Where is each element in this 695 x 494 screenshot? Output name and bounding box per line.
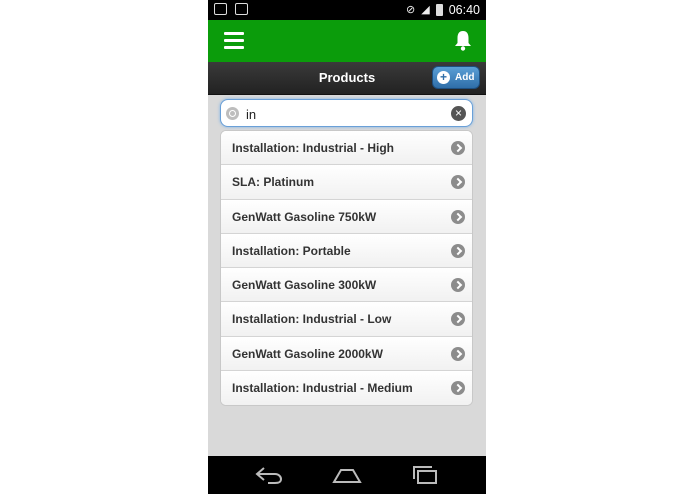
list-item[interactable]: Installation: Industrial - Medium bbox=[221, 371, 472, 406]
list-item[interactable]: Installation: Industrial - High bbox=[221, 131, 472, 166]
chat-icon bbox=[214, 3, 227, 15]
chevron-right-icon bbox=[451, 243, 465, 258]
phone-screen: ⊘ ◢ 06:40 Products + Add × Installation:… bbox=[208, 0, 486, 494]
mute-icon: ⊘ bbox=[406, 4, 416, 16]
list-item-label: GenWatt Gasoline 2000kW bbox=[232, 346, 383, 361]
chevron-right-icon bbox=[451, 381, 465, 396]
add-button[interactable]: + Add bbox=[432, 66, 480, 89]
product-list: Installation: Industrial - High SLA: Pla… bbox=[220, 130, 473, 407]
list-item-label: Installation: Industrial - Medium bbox=[232, 381, 413, 396]
chevron-right-icon bbox=[451, 209, 465, 224]
list-item[interactable]: GenWatt Gasoline 300kW bbox=[221, 268, 472, 303]
list-item[interactable]: GenWatt Gasoline 750kW bbox=[221, 199, 472, 234]
bell-icon[interactable] bbox=[454, 30, 472, 52]
list-item-label: Installation: Industrial - Low bbox=[232, 312, 392, 327]
recent-apps-icon[interactable] bbox=[410, 464, 440, 486]
clear-search-icon[interactable]: × bbox=[451, 106, 466, 121]
chevron-right-icon bbox=[451, 141, 465, 155]
hamburger-menu-icon[interactable] bbox=[224, 32, 244, 50]
list-item[interactable]: Installation: Portable bbox=[221, 233, 472, 269]
plus-icon: + bbox=[437, 71, 450, 84]
status-time: 06:40 bbox=[448, 3, 480, 17]
navigation-bar bbox=[208, 456, 486, 494]
list-item-label: Installation: Industrial - High bbox=[232, 141, 394, 155]
add-button-label: Add bbox=[455, 72, 475, 83]
search-input[interactable] bbox=[244, 103, 448, 125]
back-icon[interactable] bbox=[254, 464, 284, 486]
battery-icon bbox=[435, 4, 443, 16]
chevron-right-icon bbox=[451, 278, 465, 293]
list-item-label: GenWatt Gasoline 300kW bbox=[232, 278, 377, 293]
app-bar bbox=[208, 20, 486, 62]
list-item[interactable]: SLA: Platinum bbox=[221, 165, 472, 200]
chevron-right-icon bbox=[451, 346, 465, 361]
title-bar: Products + Add bbox=[208, 62, 486, 95]
chevron-right-icon bbox=[451, 312, 465, 327]
list-item[interactable]: GenWatt Gasoline 2000kW bbox=[221, 336, 472, 372]
search-icon bbox=[226, 107, 239, 120]
list-item-label: SLA: Platinum bbox=[232, 175, 315, 190]
home-icon[interactable] bbox=[332, 464, 362, 486]
chevron-right-icon bbox=[451, 175, 465, 190]
status-bar: ⊘ ◢ 06:40 bbox=[208, 0, 486, 20]
image-icon bbox=[235, 3, 248, 15]
search-bar: × bbox=[220, 99, 473, 127]
signal-icon: ◢ bbox=[421, 4, 430, 16]
list-item-label: GenWatt Gasoline 750kW bbox=[232, 209, 377, 224]
list-item[interactable]: Installation: Industrial - Low bbox=[221, 302, 472, 337]
list-item-label: Installation: Portable bbox=[232, 243, 351, 258]
